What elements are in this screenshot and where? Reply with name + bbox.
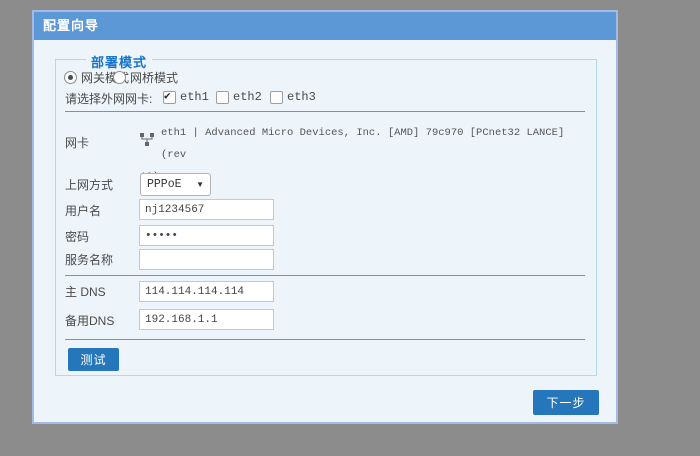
checkbox-icon [270, 91, 283, 104]
test-button[interactable]: 测试 [68, 348, 119, 371]
page-background: { "dialog": { "title": "配置向导", "section"… [0, 0, 700, 456]
checkbox-icon [163, 91, 176, 104]
deploy-mode-groupbox: 部署模式 网关模式 网桥模式 请选择外网网卡: eth1 eth2 [55, 59, 597, 376]
nic-value-line1: eth1 | Advanced Micro Devices, Inc. [AMD… [161, 122, 592, 166]
internet-mode-value: PPPoE [147, 178, 182, 191]
service-name-label: 服务名称 [65, 252, 113, 268]
internet-mode-select[interactable]: PPPoE ▼ [140, 173, 211, 196]
checkbox-eth3[interactable]: eth3 [270, 90, 316, 104]
checkbox-eth1-label: eth1 [180, 90, 209, 104]
backup-dns-input[interactable] [139, 309, 274, 330]
divider [65, 339, 585, 340]
primary-dns-input[interactable] [139, 281, 274, 302]
backup-dns-label: 备用DNS [65, 313, 114, 329]
wan-nic-label: 请选择外网网卡: [65, 91, 152, 107]
checkbox-eth1[interactable]: eth1 [163, 90, 209, 104]
password-input[interactable] [139, 225, 274, 246]
divider [65, 275, 585, 276]
radio-icon [113, 71, 126, 84]
network-nodes-icon [140, 133, 154, 155]
primary-dns-label: 主 DNS [65, 284, 106, 300]
dialog-body: 部署模式 网关模式 网桥模式 请选择外网网卡: eth1 eth2 [34, 40, 616, 424]
config-wizard-dialog: 配置向导 部署模式 网关模式 网桥模式 请选择外网网卡: eth1 eth2 [32, 10, 618, 424]
username-label: 用户名 [65, 203, 101, 219]
dialog-titlebar: 配置向导 [34, 12, 616, 40]
next-step-button[interactable]: 下一步 [533, 390, 599, 415]
internet-mode-label: 上网方式 [65, 177, 113, 193]
radio-bridge-mode[interactable]: 网桥模式 [113, 69, 178, 86]
divider [65, 111, 585, 112]
service-name-input[interactable] [139, 249, 274, 270]
username-input[interactable] [139, 199, 274, 220]
nic-label: 网卡 [65, 135, 89, 151]
checkbox-eth3-label: eth3 [287, 90, 316, 104]
radio-bridge-label: 网桥模式 [130, 69, 178, 86]
checkbox-eth2-label: eth2 [233, 90, 262, 104]
dropdown-arrow-icon: ▼ [196, 180, 204, 189]
checkbox-icon [216, 91, 229, 104]
password-label: 密码 [65, 229, 89, 245]
radio-icon [64, 71, 77, 84]
checkbox-eth2[interactable]: eth2 [216, 90, 262, 104]
dialog-title: 配置向导 [43, 18, 99, 33]
